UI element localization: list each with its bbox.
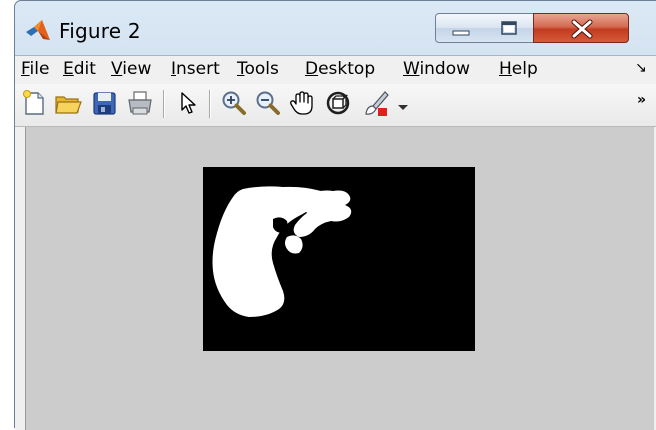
menu-window[interactable]: Window [403,59,470,79]
menu-dock-arrow-icon[interactable]: ↘ [635,60,647,76]
menu-insert[interactable]: Insert [171,59,220,79]
close-icon [571,19,593,39]
zoom-out-button[interactable] [253,88,283,118]
edit-plot-button[interactable] [173,88,203,118]
menu-edit[interactable]: Edit [63,59,96,79]
open-file-icon [55,96,82,114]
figure-canvas [25,127,654,430]
menu-help[interactable]: Help [499,59,538,79]
figure-toolbar: » [15,84,656,127]
menu-desktop[interactable]: Desktop [305,59,375,79]
rotate-3d-icon [326,91,350,115]
menu-file[interactable]: File [21,59,49,79]
menu-view[interactable]: View [111,59,151,79]
toolbar-overflow-icon[interactable]: » [637,92,646,108]
minimize-icon [452,30,470,36]
rotate-3d-button[interactable] [323,88,353,118]
brush-dropdown-button[interactable] [395,88,411,118]
menu-tools[interactable]: Tools [237,59,279,79]
zoom-out-icon [256,91,280,115]
save-button[interactable] [89,88,119,118]
title-bar[interactable]: Figure 2 [15,1,656,51]
mask-region-fragment [285,235,303,254]
new-figure-icon [23,90,44,115]
matlab-logo-icon [26,20,50,40]
close-button[interactable] [533,13,629,43]
client-area: File Edit View Insert Tools Desktop Wind… [15,55,656,430]
print-icon [128,91,152,115]
toolbar-separator [209,90,211,118]
data-cursor-brush-icon [365,91,389,116]
save-icon [93,92,116,115]
maximize-icon [501,21,517,35]
pan-button[interactable] [287,88,317,118]
menu-bar: File Edit View Insert Tools Desktop Wind… [15,56,656,84]
image-axes[interactable] [203,167,475,351]
pan-hand-icon [290,91,313,115]
dropdown-chevron-icon [398,105,408,110]
maximize-button[interactable] [484,13,534,43]
open-file-button[interactable] [53,88,83,118]
window-title: Figure 2 [59,19,141,43]
brush-button[interactable] [361,88,391,118]
toolbar-separator [163,90,165,118]
binary-mask-image [212,186,352,317]
zoom-in-button[interactable] [219,88,249,118]
minimize-button[interactable] [435,13,485,43]
print-button[interactable] [125,88,155,118]
figure-window: Figure 2 File Edit View Insert Tools Des… [14,0,656,430]
edit-plot-arrow-icon [181,92,196,114]
new-figure-button[interactable] [19,88,49,118]
zoom-in-icon [222,91,246,115]
